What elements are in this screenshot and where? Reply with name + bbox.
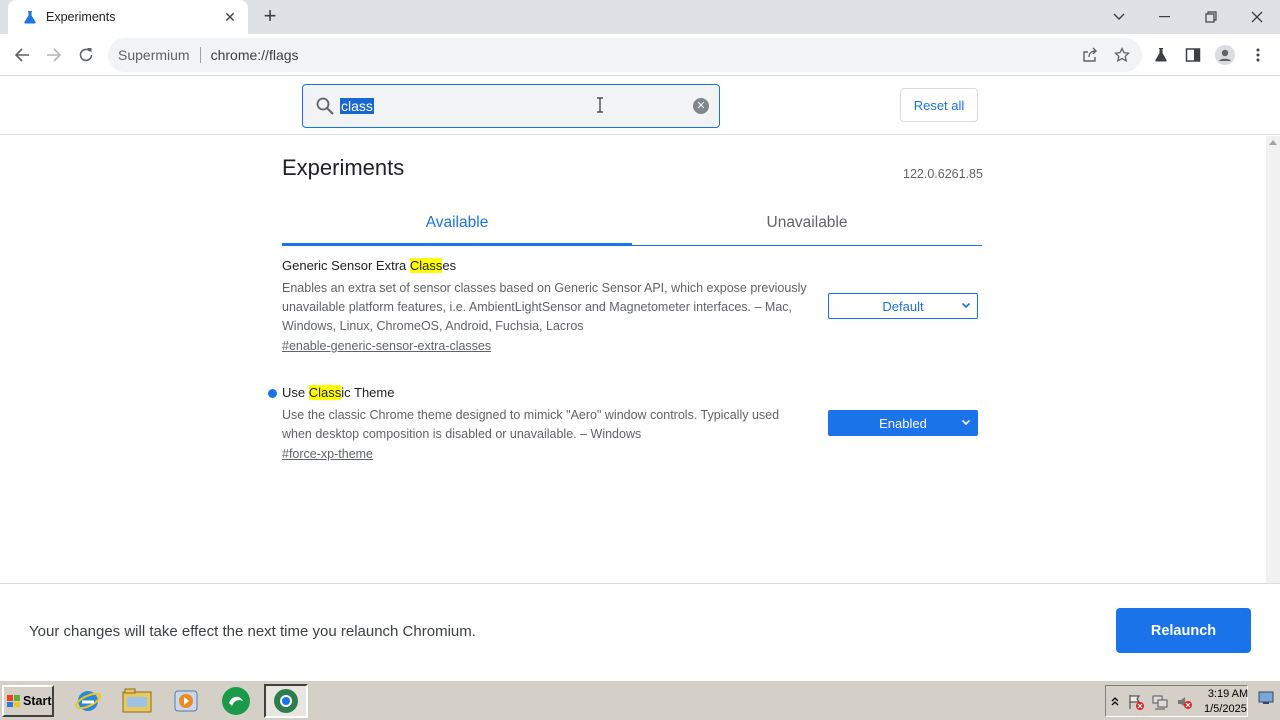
chevron-down-icon: [961, 302, 971, 309]
back-button[interactable]: [9, 42, 35, 68]
experiments-content: Experiments 122.0.6261.85 Available Unav…: [0, 136, 1266, 583]
start-button[interactable]: Start: [2, 685, 54, 717]
file-explorer-icon[interactable]: [115, 684, 159, 718]
tab-strip: Experiments ✕ +: [0, 0, 1280, 34]
menu-kebab-icon[interactable]: [1245, 42, 1271, 68]
select-value: Default: [882, 298, 924, 314]
flask-icon: [22, 9, 38, 25]
select-value: Enabled: [879, 415, 927, 431]
relaunch-bar: Your changes will take effect the next t…: [0, 583, 1280, 677]
action-center-flag-icon[interactable]: [1128, 694, 1144, 710]
omnibox-separator: [199, 47, 201, 63]
search-match-highlight: Class: [308, 385, 342, 400]
network-icon[interactable]: [1152, 694, 1168, 710]
clock-date[interactable]: 1/5/2025: [1204, 703, 1247, 715]
flask-icon[interactable]: [1148, 42, 1174, 68]
windows-taskbar: Start 3:19 AM 1/5/2025: [0, 680, 1280, 720]
experiment-name: Generic Sensor Extra Classes: [282, 257, 982, 275]
tab-title: Experiments: [46, 10, 116, 24]
relaunch-message: Your changes will take effect the next t…: [29, 623, 476, 640]
experiment-permalink[interactable]: #enable-generic-sensor-extra-classes: [282, 339, 491, 353]
experiment-name-text: Generic Sensor Extra: [282, 258, 410, 273]
experiment-description: Use the classic Chrome theme designed to…: [282, 408, 780, 441]
relaunch-button[interactable]: Relaunch: [1116, 608, 1251, 653]
version-label: 122.0.6261.85: [903, 167, 983, 181]
reset-all-button[interactable]: Reset all: [900, 88, 978, 122]
search-match-highlight: Class: [409, 258, 443, 273]
minimize-button[interactable]: [1142, 0, 1188, 34]
experiment-name: Use Classic Theme: [282, 384, 982, 402]
modified-indicator-dot: [268, 389, 277, 398]
experiment-state-select[interactable]: Enabled: [828, 410, 978, 436]
experiment-description: Enables an extra set of sensor classes b…: [282, 281, 807, 333]
search-query-text[interactable]: class: [340, 98, 374, 114]
search-flags-input[interactable]: class ✕: [302, 84, 720, 128]
text-cursor-icon: [596, 97, 604, 118]
tab-search-chevron-down-icon[interactable]: [1096, 0, 1142, 34]
volume-muted-icon[interactable]: [1176, 694, 1192, 710]
site-label: Supermium: [118, 47, 190, 63]
internet-explorer-icon[interactable]: [66, 684, 110, 718]
bookmark-star-icon[interactable]: [1109, 42, 1135, 68]
green-app-icon[interactable]: [214, 684, 258, 718]
scroll-up-arrow-icon[interactable]: [1269, 140, 1277, 145]
media-player-icon[interactable]: [164, 684, 208, 718]
experiment-name-text: ic Theme: [341, 385, 395, 400]
start-label: Start: [23, 694, 52, 708]
active-tab-indicator: [282, 243, 632, 245]
url-text[interactable]: chrome://flags: [211, 47, 299, 63]
vertical-scrollbar[interactable]: [1266, 136, 1280, 583]
supermium-browser-icon[interactable]: [264, 684, 308, 718]
experiment-name-text: Use: [282, 385, 309, 400]
tab-available[interactable]: Available: [282, 214, 632, 232]
tab-experiments[interactable]: Experiments ✕: [8, 0, 248, 34]
tab-close-icon[interactable]: ✕: [222, 9, 238, 25]
profile-avatar-icon[interactable]: [1212, 42, 1238, 68]
browser-toolbar: Supermium chrome://flags: [0, 34, 1280, 76]
tray-expand-icon[interactable]: [1110, 692, 1126, 708]
forward-button[interactable]: [41, 42, 67, 68]
system-tray: 3:19 AM 1/5/2025: [1105, 685, 1248, 717]
tab-unavailable[interactable]: Unavailable: [632, 214, 982, 232]
windows-logo-icon: [7, 695, 20, 707]
search-icon: [315, 96, 335, 121]
address-bar[interactable]: Supermium chrome://flags: [108, 38, 1142, 72]
window-close-button[interactable]: [1234, 0, 1280, 34]
show-desktop-icon[interactable]: [1258, 691, 1274, 705]
page-title: Experiments: [282, 155, 405, 180]
clock-time[interactable]: 3:19 AM: [1204, 688, 1252, 700]
restore-button[interactable]: [1188, 0, 1234, 34]
experiment-name-text: es: [442, 258, 457, 273]
experiment-tabs: Available Unavailable: [282, 208, 982, 246]
clear-search-icon[interactable]: ✕: [693, 98, 709, 114]
chevron-down-icon: [961, 419, 971, 426]
reload-button[interactable]: [73, 42, 99, 68]
flags-header: class ✕ Reset all: [0, 77, 1280, 135]
experiment-permalink[interactable]: #force-xp-theme: [282, 447, 373, 461]
side-panel-icon[interactable]: [1180, 42, 1206, 68]
share-icon[interactable]: [1077, 42, 1103, 68]
new-tab-button[interactable]: +: [258, 5, 282, 29]
experiment-state-select[interactable]: Default: [828, 293, 978, 319]
